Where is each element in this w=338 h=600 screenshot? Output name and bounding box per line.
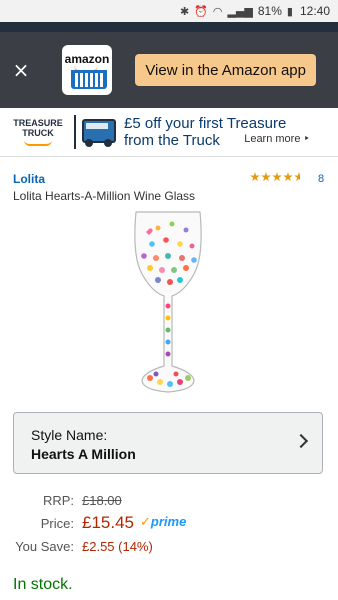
star-icon [283,172,293,182]
wifi-icon: ◠ [212,4,223,18]
smile-arrow-icon [24,140,52,146]
chevron-right-icon [293,433,309,449]
amazon-app-logo: amazon [62,45,112,95]
promo-line1: £5 off your first Treasure [124,115,287,132]
price-label: Price: [40,516,74,531]
truck-icon [82,117,116,147]
style-value: Hearts A Million [31,446,136,462]
logo-word: amazon [64,52,110,66]
check-icon: ✓ [140,514,151,529]
star-rating[interactable] [250,172,305,182]
badge-line2: TRUCK [22,128,54,138]
header-strip [0,22,338,32]
star-icon [261,172,271,182]
learn-more-link[interactable]: Learn more ‣ [244,132,310,145]
rrp-label: RRP: [42,493,74,508]
alarm-icon: ⏰ [194,4,208,18]
treasure-truck-logo: TREASURE TRUCK [8,118,68,146]
battery-percent: 81% [257,4,282,18]
clock: 12:40 [299,4,330,18]
half-star-icon [294,172,304,182]
view-in-app-button[interactable]: View in the Amazon app [135,54,316,86]
rrp-value: £18.00 [82,493,122,508]
savings-value: £2.55 (14%) [82,539,153,554]
price-value: £15.45 [82,513,134,532]
close-icon[interactable]: × [0,58,42,82]
product-title: Lolita Hearts-A-Million Wine Glass [13,189,196,203]
brand-link[interactable]: Lolita [13,172,45,186]
signal-icon: ▂▄▆ [227,4,253,18]
cart-icon [71,70,107,89]
savings-label: You Save: [15,539,74,554]
badge-line1: TREASURE [13,118,63,128]
star-icon [272,172,282,182]
star-icon [250,172,260,182]
divider [74,115,76,149]
bluetooth-icon: ✱ [179,4,190,18]
rating-count[interactable]: 8 [318,173,324,185]
product-image[interactable] [128,206,208,396]
prime-badge: ✓prime [140,514,186,530]
status-bar: ✱ ⏰ ◠ ▂▄▆ 81% ▮ 12:40 [0,0,338,22]
battery-icon: ▮ [286,4,293,18]
style-selector[interactable]: Style Name: Hearts A Million [13,412,323,474]
availability-status: In stock. [13,576,73,593]
prime-label: prime [150,514,187,529]
app-banner: × amazon View in the Amazon app [0,32,338,108]
style-label: Style Name: [31,427,108,443]
